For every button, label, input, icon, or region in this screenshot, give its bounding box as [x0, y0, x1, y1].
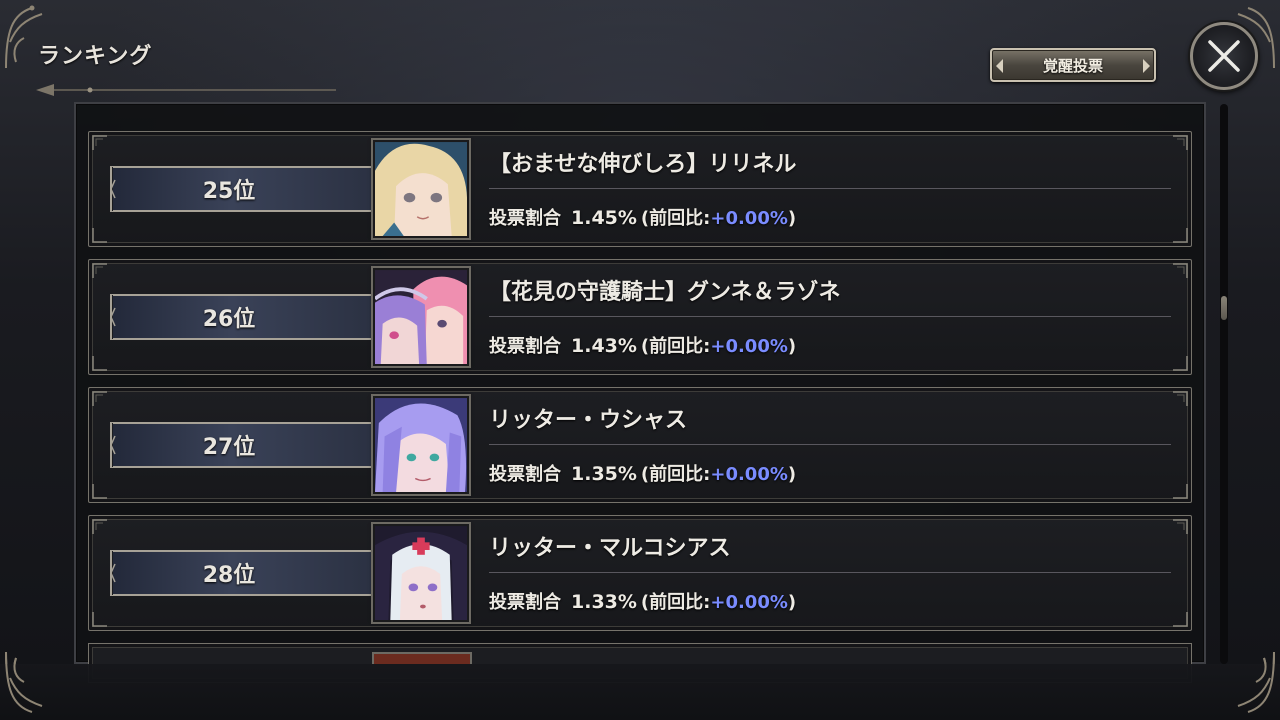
prev-suffix: ) — [787, 464, 797, 485]
rank-plate: 25位 — [110, 165, 383, 213]
prev-diff-value: +0.00% — [710, 336, 788, 357]
row-ornament-icon — [1171, 262, 1189, 280]
character-name: リッター・マルコシアス — [489, 536, 731, 561]
rank-plate: 26位 — [110, 293, 383, 341]
awakening-vote-button[interactable]: 覚醒投票 — [990, 48, 1156, 82]
ranking-row[interactable]: 26位 【花見の守護騎士】グンネ＆ラゾネ 投票割合 1.43% (前回比:+0.00… — [88, 259, 1192, 375]
scrollbar-thumb[interactable] — [1221, 296, 1227, 320]
rank-plate-cap-icon — [109, 421, 121, 469]
character-portrait-white-hair-nun-icon — [373, 524, 469, 622]
triangle-right-icon — [1143, 59, 1150, 73]
prev-prefix: (前回比: — [640, 336, 711, 357]
row-ornament-icon — [91, 390, 109, 408]
row-ornament-icon — [1171, 134, 1189, 152]
prev-prefix: (前回比: — [640, 592, 711, 613]
scrollbar-track[interactable] — [1220, 104, 1228, 664]
row-divider — [489, 444, 1171, 445]
character-name: リッター・ウシャス — [489, 408, 688, 433]
row-ornament-icon — [91, 226, 109, 244]
row-ornament-icon — [1171, 226, 1189, 244]
rank-label: 27位 — [202, 435, 256, 460]
close-button[interactable] — [1190, 22, 1258, 90]
triangle-left-icon — [996, 59, 1003, 73]
page-title: ランキング — [38, 44, 153, 69]
vote-ratio-label: 投票割合 — [489, 464, 561, 485]
row-ornament-icon — [1171, 390, 1189, 408]
vote-ratio-label: 投票割合 — [489, 208, 561, 229]
character-name: 【おませな伸びしろ】リリネル — [489, 152, 797, 177]
ornament-corner-icon — [1208, 648, 1278, 718]
rank-label: 25位 — [202, 179, 256, 204]
prev-prefix: (前回比: — [640, 208, 711, 229]
character-name: 【花見の守護騎士】グンネ＆ラゾネ — [489, 280, 841, 305]
vote-ratio-value: 1.43% — [571, 335, 637, 357]
prev-suffix: ) — [787, 592, 797, 613]
prev-diff-value: +0.00% — [710, 592, 788, 613]
vote-ratio-value: 1.35% — [571, 463, 637, 485]
row-ornament-icon — [91, 482, 109, 500]
close-icon — [1208, 40, 1240, 72]
row-ornament-icon — [91, 354, 109, 372]
rank-plate: 27位 — [110, 421, 383, 469]
row-divider — [489, 188, 1171, 189]
row-ornament-icon — [1171, 610, 1189, 628]
ranking-row[interactable]: 28位 リッター・マルコシアス 投票割合 1.33% (前回比:+0.00%) — [88, 515, 1192, 631]
character-portrait-purple-hair-icon — [373, 396, 469, 494]
prev-prefix: (前回比: — [640, 464, 711, 485]
vote-ratio-value: 1.33% — [571, 591, 637, 613]
character-portrait-partial-icon — [372, 652, 472, 664]
prev-suffix: ) — [787, 336, 797, 357]
row-ornament-icon — [91, 518, 109, 536]
row-ornament-icon — [1171, 354, 1189, 372]
row-ornament-icon — [1171, 482, 1189, 500]
rank-plate-cap-icon — [109, 293, 121, 341]
vote-stats: 投票割合 1.45% (前回比:+0.00%) — [489, 204, 796, 230]
character-portrait-blonde-hair-icon — [373, 140, 469, 238]
title-underline-ornament — [36, 82, 336, 96]
row-ornament-icon — [91, 134, 109, 152]
rank-label: 28位 — [202, 563, 256, 588]
vote-ratio-value: 1.45% — [571, 207, 637, 229]
ranking-screen: ランキング 覚醒投票 25位 【おませな伸びしろ】リリネル 投票割合 1.45%… — [0, 0, 1280, 720]
row-divider — [489, 572, 1171, 573]
vote-stats: 投票割合 1.35% (前回比:+0.00%) — [489, 460, 796, 486]
prev-diff-value: +0.00% — [710, 208, 788, 229]
vote-stats: 投票割合 1.33% (前回比:+0.00%) — [489, 588, 796, 614]
rank-label: 26位 — [202, 307, 256, 332]
ranking-row[interactable]: 27位 リッター・ウシャス 投票割合 1.35% (前回比:+0.00%) — [88, 387, 1192, 503]
awakening-vote-label: 覚醒投票 — [1042, 56, 1103, 75]
vote-ratio-label: 投票割合 — [489, 592, 561, 613]
row-divider — [489, 316, 1171, 317]
prev-diff-value: +0.00% — [710, 464, 788, 485]
row-ornament-icon — [1171, 518, 1189, 536]
rank-plate-cap-icon — [109, 165, 121, 213]
vote-stats: 投票割合 1.43% (前回比:+0.00%) — [489, 332, 796, 358]
row-ornament-icon — [91, 262, 109, 280]
ranking-row[interactable]: 25位 【おませな伸びしろ】リリネル 投票割合 1.45% (前回比:+0.00%) — [88, 131, 1192, 247]
row-ornament-icon — [91, 610, 109, 628]
character-portrait-pink-hair-duo-icon — [373, 268, 469, 366]
bottom-backdrop — [0, 664, 1280, 720]
prev-suffix: ) — [787, 208, 797, 229]
ornament-corner-icon — [2, 648, 72, 718]
rank-plate-cap-icon — [109, 549, 121, 597]
rank-plate: 28位 — [110, 549, 383, 597]
vote-ratio-label: 投票割合 — [489, 336, 561, 357]
